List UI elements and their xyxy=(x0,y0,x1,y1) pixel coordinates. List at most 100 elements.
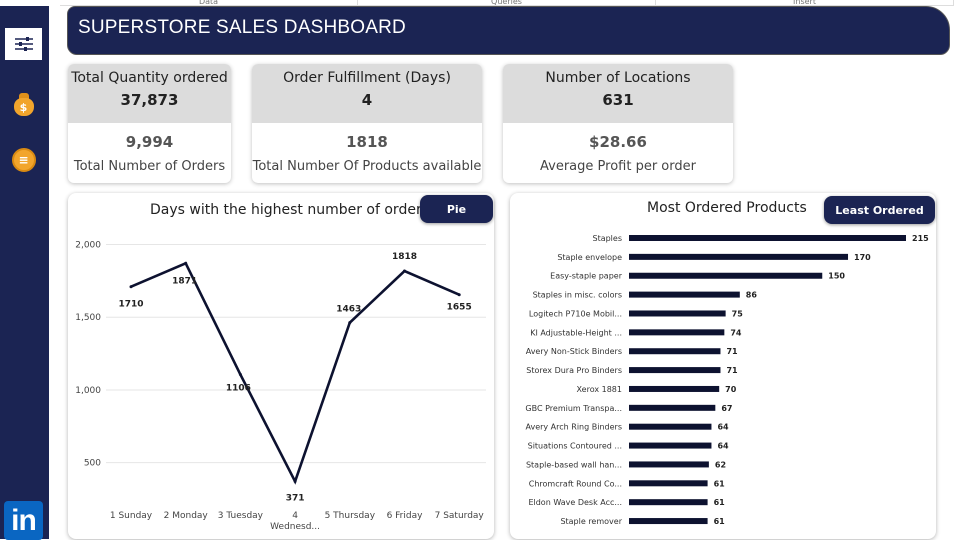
data-label: 1871 xyxy=(172,276,197,286)
data-point xyxy=(403,269,406,273)
bar-category-label: Logitech P710e Mobil... xyxy=(529,309,622,318)
most-ordered-panel: Most Ordered Products Least Ordered Stap… xyxy=(510,193,936,539)
kpi-card-fulfillment: Order Fulfillment (Days) 4 1818 Total Nu… xyxy=(252,64,482,183)
x-tick-label: 1 Sunday xyxy=(110,511,153,521)
bar-value-label: 170 xyxy=(854,253,871,262)
bar-value-label: 67 xyxy=(721,404,732,413)
kpi-value: 37,873 xyxy=(120,91,179,109)
y-tick-label: 500 xyxy=(84,459,101,469)
kpi-label: Order Fulfillment (Days) xyxy=(283,70,451,86)
bar xyxy=(629,480,708,487)
bar xyxy=(629,385,720,392)
data-label: 1710 xyxy=(118,300,143,310)
data-label: 1655 xyxy=(447,303,472,313)
kpi-label: Total Number of Orders xyxy=(73,159,226,174)
dashboard-header: SUPERSTORE SALES DASHBOARD xyxy=(67,6,950,55)
bar xyxy=(629,272,823,279)
bar xyxy=(629,367,721,374)
y-tick-label: 1,000 xyxy=(75,386,101,396)
bar-value-label: 61 xyxy=(714,517,726,526)
bar-value-label: 70 xyxy=(725,385,737,394)
kpi-value: 9,994 xyxy=(125,133,174,151)
orders-line-chart: 2,000 1,500 1,000 500 1710 1871 1106 371 1463 181… xyxy=(75,241,486,532)
x-tick-label: 4 xyxy=(292,511,298,521)
y-tick-label: 2,000 xyxy=(75,241,101,251)
kpi-label: Average Profit per order xyxy=(540,159,696,174)
data-point xyxy=(129,285,133,289)
bar xyxy=(629,442,712,449)
bar xyxy=(629,235,906,241)
data-point xyxy=(348,321,352,325)
data-point xyxy=(293,479,297,483)
ribbon-tab-data[interactable]: Data xyxy=(60,0,358,5)
kpi-value: 4 xyxy=(361,91,373,109)
bar-category-label: Staple remover xyxy=(560,517,622,526)
bar xyxy=(629,423,712,430)
sliders-icon xyxy=(14,37,33,51)
bar-value-label: 75 xyxy=(732,309,744,318)
ribbon-tab-insert[interactable]: Insert xyxy=(656,0,954,5)
bar-category-label: Staples in misc. colors xyxy=(533,291,622,300)
bar-category-label: Chromcraft Round Co... xyxy=(529,479,622,488)
kpi-label: Total Number Of Products available xyxy=(252,159,482,174)
bar xyxy=(629,499,708,506)
kpi-card-quantity: Total Quantity ordered 37,873 9,994 Tota… xyxy=(68,64,231,183)
data-label: 371 xyxy=(286,493,305,503)
kpi-label: Total Quantity ordered xyxy=(71,70,228,86)
bar xyxy=(629,291,740,298)
bar-category-label: Xerox 1881 xyxy=(577,385,622,394)
bar-category-label: Situations Contoured ... xyxy=(528,442,622,451)
bar-category-label: Avery Arch Ring Binders xyxy=(525,423,622,432)
bar-category-label: GBC Premium Transpa... xyxy=(525,404,622,413)
page-title: SUPERSTORE SALES DASHBOARD xyxy=(78,17,406,38)
sales-page-button[interactable]: $ xyxy=(5,88,42,120)
linkedin-icon[interactable]: in xyxy=(4,501,43,540)
bar-category-label: Staples xyxy=(592,234,622,243)
data-point xyxy=(184,261,188,265)
kpi-card-locations: Number of Locations 631 $28.66 Average P… xyxy=(503,64,733,183)
bar-category-label: Staple envelope xyxy=(557,253,622,262)
bar-category-label: Easy-staple paper xyxy=(550,272,623,281)
products-bar-chart: Staples 215 Staple envelope 170 Easy-staple … xyxy=(525,234,929,526)
bar-value-label: 71 xyxy=(726,366,738,375)
bar xyxy=(629,461,709,468)
coin-icon: ≡ xyxy=(11,148,36,172)
kpi-value: 1818 xyxy=(346,133,388,151)
profit-page-button[interactable]: ≡ xyxy=(5,144,42,176)
bar-value-label: 74 xyxy=(730,328,742,337)
bar-value-label: 62 xyxy=(715,460,726,469)
sidebar: $ ≡ in xyxy=(0,6,49,540)
bar-value-label: 150 xyxy=(828,272,845,281)
data-label: 1818 xyxy=(392,252,417,262)
bar-value-label: 64 xyxy=(717,423,729,432)
data-point xyxy=(457,293,461,297)
bar-value-label: 86 xyxy=(746,291,758,300)
bar xyxy=(629,253,849,260)
kpi-value: $28.66 xyxy=(589,133,647,151)
bar-category-label: Eldon Wave Desk Acc... xyxy=(528,498,622,507)
data-point xyxy=(238,373,242,377)
ribbon-tab-queries[interactable]: Queries xyxy=(358,0,656,5)
x-tick-label: 5 Thursday xyxy=(325,511,376,521)
bar-category-label: Storex Dura Pro Binders xyxy=(526,366,622,375)
bar-value-label: 71 xyxy=(726,347,738,356)
data-label: 1106 xyxy=(226,384,251,394)
bar-category-label: KI Adjustable-Height ... xyxy=(530,328,622,337)
x-tick-label: 6 Friday xyxy=(387,511,424,521)
filters-button[interactable] xyxy=(5,28,42,60)
x-tick-label: 7 Saturday xyxy=(435,511,485,521)
x-tick-label: Wednesd... xyxy=(270,522,320,532)
bar-value-label: 215 xyxy=(912,234,929,243)
money-bag-icon: $ xyxy=(13,92,35,116)
bar xyxy=(629,348,721,355)
bar-value-label: 64 xyxy=(717,442,729,451)
x-tick-label: 2 Monday xyxy=(164,511,209,521)
x-tick-label: 3 Tuesday xyxy=(218,511,264,521)
orders-by-day-panel: Days with the highest number of orders P… xyxy=(68,193,494,539)
bar xyxy=(629,404,716,411)
kpi-value: 631 xyxy=(602,91,634,109)
bar xyxy=(629,518,708,525)
orders-line xyxy=(130,261,460,485)
bar xyxy=(629,310,726,317)
y-tick-label: 1,500 xyxy=(75,313,101,323)
